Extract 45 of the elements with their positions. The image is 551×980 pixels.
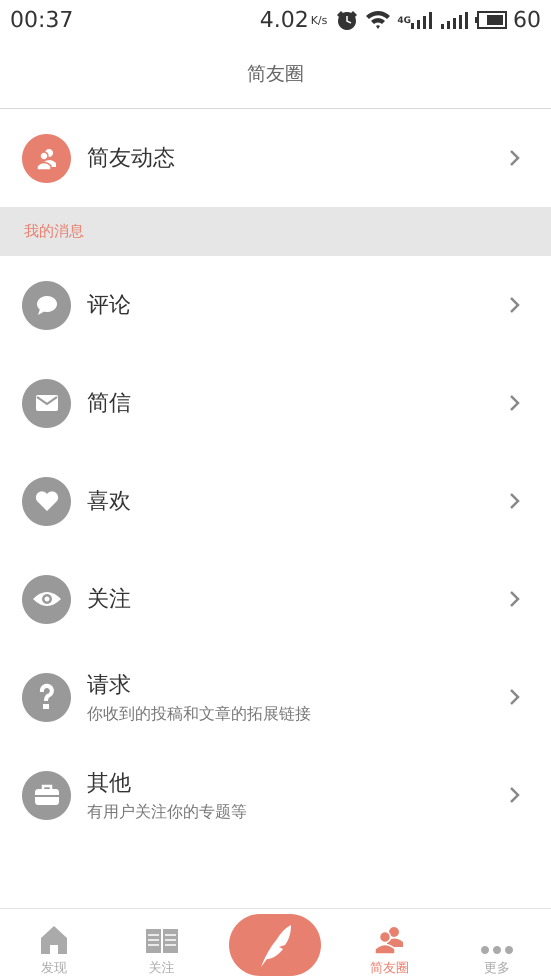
list-item[interactable]: 简友动态 — [0, 109, 551, 207]
item-label: 请求 — [87, 672, 132, 700]
item-label: 喜欢 — [87, 488, 132, 516]
list-item[interactable]: 关注 — [0, 550, 551, 648]
battery-icon — [475, 11, 507, 29]
list-item[interactable]: 喜欢 — [0, 452, 551, 550]
chevron-icon — [509, 149, 521, 167]
list-item[interactable]: 其他 有用户关注你的专题等 — [0, 746, 551, 844]
list-item[interactable]: 简信 — [0, 354, 551, 452]
item-label: 关注 — [87, 586, 132, 614]
list-item[interactable]: 请求 你收到的投稿和文章的拓展链接 — [0, 648, 551, 746]
people-icon — [22, 134, 71, 182]
book-icon — [146, 928, 178, 954]
network-type: 4G — [397, 16, 411, 26]
chevron-icon — [509, 688, 521, 706]
item-label: 简友动态 — [87, 145, 176, 173]
eye-icon — [22, 574, 71, 624]
speed-unit: K/s — [310, 14, 328, 26]
chevron-icon — [509, 296, 521, 314]
list-item[interactable]: 评论 — [0, 256, 551, 354]
item-subtitle: 你收到的投稿和文章的拓展链接 — [87, 704, 312, 724]
speech-bubble-icon — [22, 280, 71, 330]
chevron-icon — [509, 394, 521, 412]
alarm-icon — [335, 9, 360, 31]
item-label: 简信 — [87, 390, 132, 418]
network-speed: 4.02 — [260, 8, 309, 32]
item-label: 评论 — [87, 292, 132, 320]
chevron-icon — [509, 590, 521, 608]
battery-level: 60 — [513, 8, 541, 32]
signal-icon — [411, 11, 435, 29]
item-subtitle: 有用户关注你的专题等 — [87, 802, 248, 822]
wifi-icon — [365, 10, 392, 30]
status-time: 00:37 — [10, 8, 74, 32]
people-icon — [373, 924, 406, 954]
briefcase-icon — [22, 770, 71, 820]
envelope-icon — [22, 378, 71, 428]
section-title: 我的消息 — [24, 222, 84, 241]
signal-icon — [441, 11, 469, 29]
question-mark-icon — [22, 672, 71, 722]
chevron-icon — [509, 492, 521, 510]
chevron-icon — [509, 786, 521, 804]
more-icon — [481, 944, 514, 954]
home-icon — [40, 924, 68, 954]
item-label: 其他 — [87, 770, 132, 798]
page-title: 简友圈 — [247, 62, 304, 87]
